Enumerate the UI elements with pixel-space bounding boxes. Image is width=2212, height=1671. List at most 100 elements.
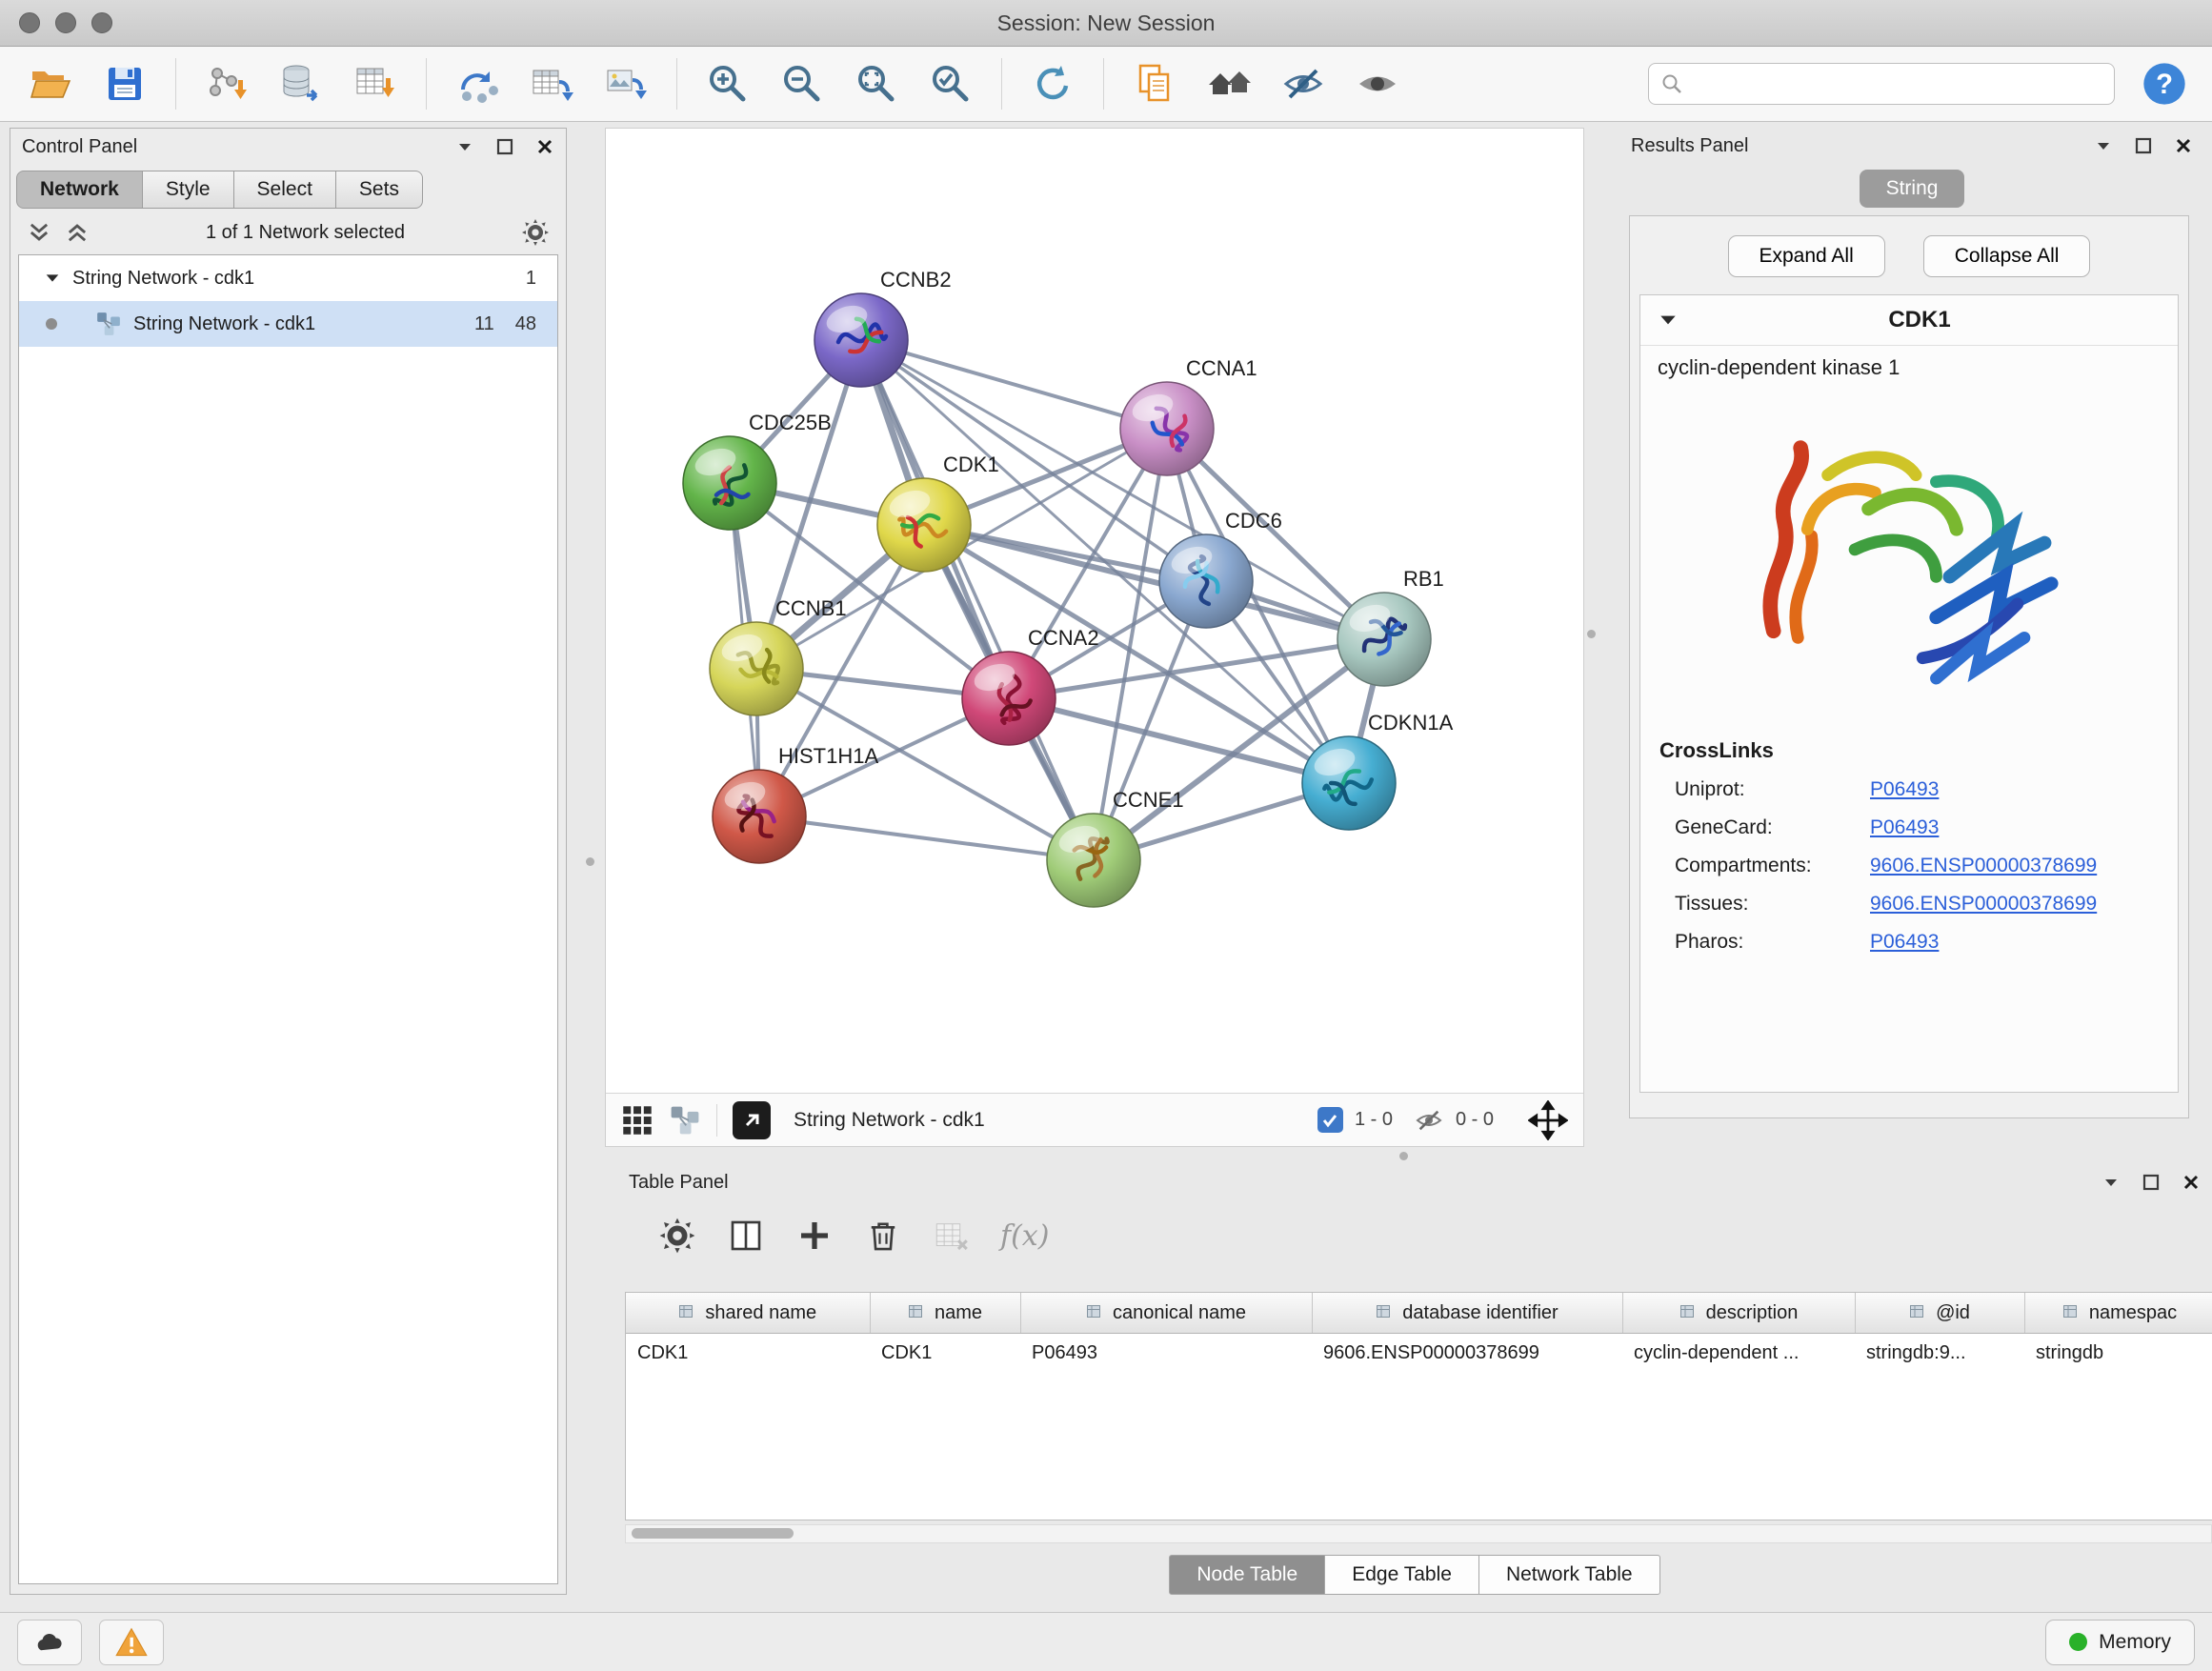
tab-string[interactable]: String xyxy=(1860,170,1965,208)
table-cell[interactable]: P06493 xyxy=(1020,1334,1312,1373)
table-cell[interactable]: 9606.ENSP00000378699 xyxy=(1312,1334,1622,1373)
column-label: canonical name xyxy=(1113,1302,1246,1324)
scrollbar-thumb[interactable] xyxy=(632,1528,794,1539)
panel-float-icon[interactable] xyxy=(2134,136,2153,155)
zoom-fit-button[interactable] xyxy=(843,52,910,115)
panel-collapse-icon[interactable] xyxy=(455,137,474,156)
delete-column-trash-icon[interactable] xyxy=(863,1216,903,1256)
add-column-icon[interactable] xyxy=(794,1216,835,1256)
export-image-button[interactable] xyxy=(593,52,659,115)
save-session-button[interactable] xyxy=(91,52,158,115)
network-row-selected[interactable]: String Network - cdk1 11 48 xyxy=(19,301,557,347)
network-node-CDK1[interactable]: CDK1 xyxy=(877,453,999,572)
hidden-eye-icon[interactable] xyxy=(1414,1105,1444,1136)
import-network-file-button[interactable] xyxy=(193,52,260,115)
network-node-CCNB2[interactable]: CCNB2 xyxy=(814,268,952,387)
expand-all-button[interactable]: Expand All xyxy=(1728,235,1885,277)
zoom-selected-button[interactable] xyxy=(917,52,984,115)
selection-checkbox[interactable] xyxy=(1317,1107,1343,1133)
gear-icon[interactable] xyxy=(520,217,551,248)
panel-close-icon[interactable] xyxy=(2182,1173,2201,1192)
export-table-button[interactable] xyxy=(518,52,585,115)
gene-card-header[interactable]: CDK1 xyxy=(1640,295,2178,346)
network-edge-CCNB2-CCNE1[interactable] xyxy=(861,340,1094,860)
table-cell[interactable]: stringdb xyxy=(2024,1334,2212,1373)
import-table-button[interactable] xyxy=(342,52,409,115)
table-settings-gear-icon[interactable] xyxy=(657,1216,697,1256)
tree-expand-icon[interactable] xyxy=(44,270,61,287)
zoom-in-button[interactable] xyxy=(694,52,761,115)
column-header-name[interactable]: name xyxy=(870,1293,1020,1334)
network-edge-HIST1H1A-CCNE1[interactable] xyxy=(759,816,1094,860)
table-row[interactable]: CDK1CDK1P064939606.ENSP00000378699cyclin… xyxy=(626,1334,2212,1373)
splitter-handle[interactable] xyxy=(1399,1152,1408,1160)
splitter-handle[interactable] xyxy=(1587,630,1596,638)
crosslink-link[interactable]: P06493 xyxy=(1870,931,1939,954)
table-cell[interactable]: cyclin-dependent ... xyxy=(1622,1334,1855,1373)
column-header-shared-name[interactable]: shared name xyxy=(626,1293,870,1334)
table-cell[interactable]: stringdb:9... xyxy=(1855,1334,2024,1373)
column-header-database-identifier[interactable]: database identifier xyxy=(1312,1293,1622,1334)
panel-close-icon[interactable] xyxy=(535,137,554,156)
open-session-button[interactable] xyxy=(17,52,84,115)
network-edge-CDK1-RB1[interactable] xyxy=(924,525,1384,639)
crosslink-link[interactable]: P06493 xyxy=(1870,816,1939,839)
warnings-button[interactable] xyxy=(99,1620,164,1665)
show-columns-icon[interactable] xyxy=(726,1216,766,1256)
column-header--id[interactable]: @id xyxy=(1855,1293,2024,1334)
column-header-canonical-name[interactable]: canonical name xyxy=(1020,1293,1312,1334)
network-node-CDC25B[interactable]: CDC25B xyxy=(683,411,832,530)
network-type-icon[interactable] xyxy=(669,1104,701,1137)
show-all-button[interactable] xyxy=(1344,52,1411,115)
pan-crosshair-icon[interactable] xyxy=(1528,1100,1568,1140)
network-collection-row[interactable]: String Network - cdk1 1 xyxy=(19,255,557,301)
tab-edge-table[interactable]: Edge Table xyxy=(1324,1555,1479,1595)
tab-node-table[interactable]: Node Table xyxy=(1169,1555,1325,1595)
network-edge-CCNB2-CCNA1[interactable] xyxy=(861,340,1167,429)
network-node-RB1[interactable]: RB1 xyxy=(1337,567,1444,686)
panel-collapse-icon[interactable] xyxy=(2101,1173,2121,1192)
gene-expand-icon[interactable] xyxy=(1658,310,1679,331)
collapse-all-button[interactable]: Collapse All xyxy=(1923,235,2091,277)
column-header-description[interactable]: description xyxy=(1622,1293,1855,1334)
cloud-status-button[interactable] xyxy=(17,1620,82,1665)
tab-sets[interactable]: Sets xyxy=(335,171,423,209)
tab-style[interactable]: Style xyxy=(142,171,234,209)
import-network-database-button[interactable] xyxy=(268,52,334,115)
window-minimize-button[interactable] xyxy=(55,12,76,33)
tab-select[interactable]: Select xyxy=(233,171,336,209)
network-node-HIST1H1A[interactable]: HIST1H1A xyxy=(713,744,878,863)
table-cell[interactable]: CDK1 xyxy=(626,1334,870,1373)
splitter-handle[interactable] xyxy=(586,857,594,866)
grid-view-icon[interactable] xyxy=(621,1104,654,1137)
hide-selection-button[interactable] xyxy=(1270,52,1337,115)
window-maximize-button[interactable] xyxy=(91,12,112,33)
collapse-all-icon[interactable] xyxy=(26,219,52,246)
memory-button[interactable]: Memory xyxy=(2045,1620,2195,1665)
panel-close-icon[interactable] xyxy=(2174,136,2193,155)
zoom-out-button[interactable] xyxy=(769,52,835,115)
network-node-CDKN1A[interactable]: CDKN1A xyxy=(1302,711,1454,830)
crosslink-link[interactable]: P06493 xyxy=(1870,778,1939,801)
tab-network-table[interactable]: Network Table xyxy=(1478,1555,1660,1595)
refresh-view-button[interactable] xyxy=(1019,52,1086,115)
tab-network[interactable]: Network xyxy=(16,171,143,209)
copy-document-button[interactable] xyxy=(1121,52,1188,115)
open-in-new-window-button[interactable] xyxy=(733,1101,771,1139)
column-header-namespac[interactable]: namespac xyxy=(2024,1293,2212,1334)
network-node-CCNA1[interactable]: CCNA1 xyxy=(1120,356,1257,475)
table-cell[interactable]: CDK1 xyxy=(870,1334,1020,1373)
expand-all-icon[interactable] xyxy=(64,219,90,246)
search-input[interactable] xyxy=(1693,72,2102,96)
panel-collapse-icon[interactable] xyxy=(2094,136,2113,155)
network-canvas[interactable]: CCNB2CCNA1CDC25BCDK1CDC6RB1CCNB1CCNA2CDK… xyxy=(606,129,1583,1093)
panel-float-icon[interactable] xyxy=(2142,1173,2161,1192)
crosslink-link[interactable]: 9606.ENSP00000378699 xyxy=(1870,893,2097,916)
apply-layout-button[interactable] xyxy=(444,52,511,115)
panel-float-icon[interactable] xyxy=(495,137,514,156)
table-horizontal-scrollbar[interactable] xyxy=(625,1524,2212,1543)
window-close-button[interactable] xyxy=(19,12,40,33)
home-button[interactable] xyxy=(1196,52,1262,115)
crosslink-link[interactable]: 9606.ENSP00000378699 xyxy=(1870,855,2097,877)
help-button[interactable]: ? xyxy=(2134,53,2195,114)
